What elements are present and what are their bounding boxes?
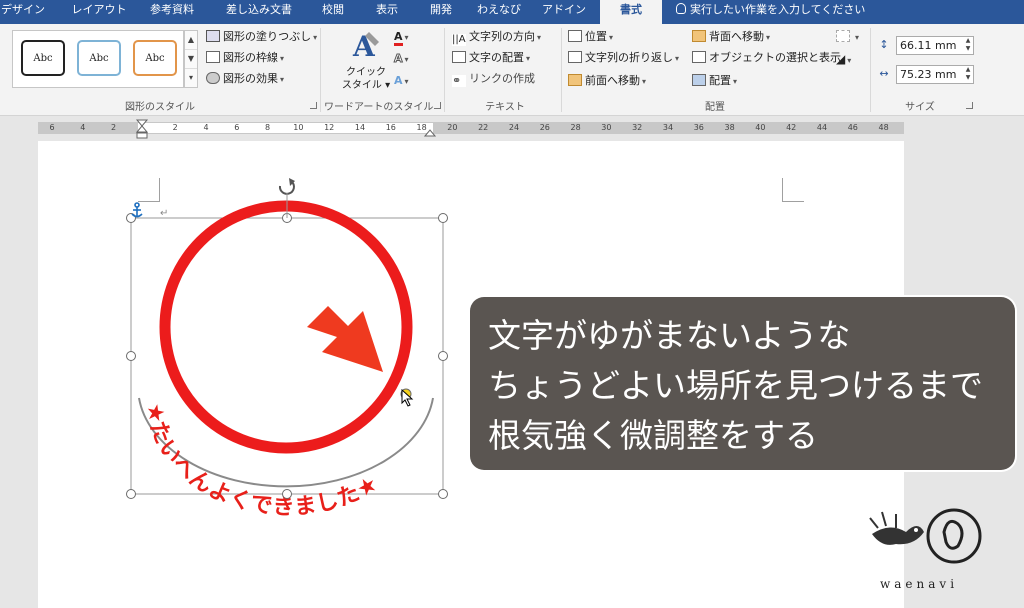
instruction-callout: 文字がゆがまないような ちょうどよい場所を見つけるまで 根気強く微調整をする <box>470 297 1015 470</box>
paragraph-mark: ↵ <box>160 208 169 219</box>
red-arrow-shape[interactable] <box>307 306 383 372</box>
word-window: デザイン レイアウト 参考資料 差し込み文書 校閲 表示 開発 わえなび アドイ… <box>0 0 1024 608</box>
logo-text: waenavi <box>880 577 959 591</box>
callout-line-2: ちょうどよい場所を見つけるまで <box>488 366 983 405</box>
callout-line-3: 根気強く微調整をする <box>488 416 818 455</box>
handle-left[interactable] <box>126 351 136 361</box>
anchor-icon <box>131 202 143 218</box>
waenavi-logo <box>869 508 982 564</box>
handle-bottom-left[interactable] <box>126 489 136 499</box>
handle-top-right[interactable] <box>438 213 448 223</box>
handle-bottom[interactable] <box>282 489 292 499</box>
arc-text-path: ★たいへんよくできました★ <box>141 402 382 520</box>
mouse-pointer-icon <box>401 389 414 407</box>
callout-line-1: 文字がゆがまないような <box>488 316 851 355</box>
arc-text[interactable]: ★たいへんよくできました★ <box>141 402 383 520</box>
handle-right[interactable] <box>438 351 448 361</box>
red-ring[interactable] <box>159 200 413 454</box>
handle-bottom-right[interactable] <box>438 489 448 499</box>
rotate-handle-icon[interactable] <box>278 178 295 218</box>
